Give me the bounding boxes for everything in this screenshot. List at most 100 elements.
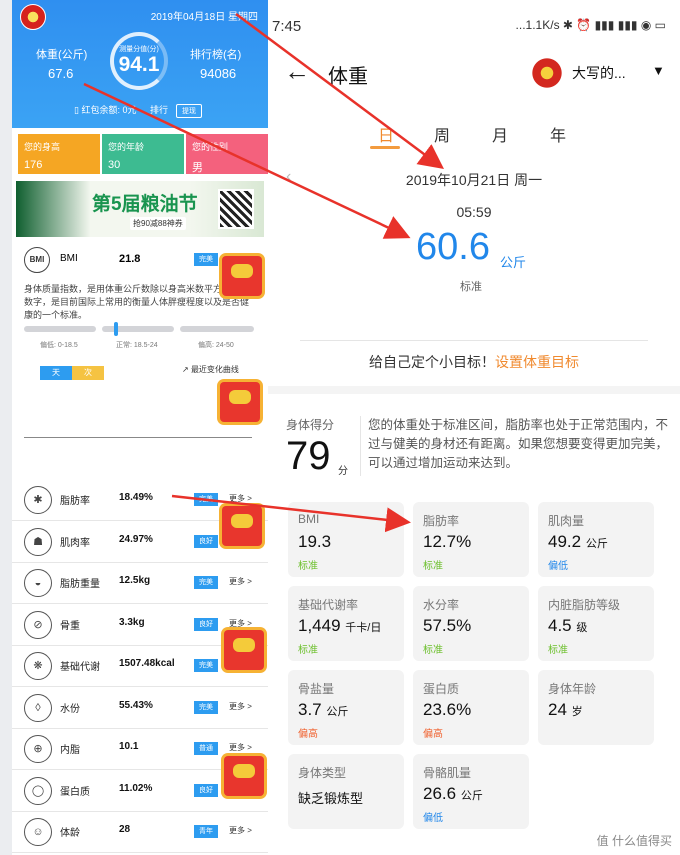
withdraw-button[interactable]: 提现 [176,104,202,118]
red-packet-icon[interactable] [224,756,264,796]
metric-card[interactable]: 身体年龄 24 岁 [538,670,654,745]
bmi-icon: BMI [24,247,50,273]
tab-day[interactable]: 天 [40,366,72,380]
avatar[interactable] [530,56,564,90]
tab-times[interactable]: 次 [72,366,104,380]
metric-card[interactable]: 基础代谢率 1,449 千卡/日 标准 [288,586,404,661]
more-link[interactable]: 更多 > [229,618,252,629]
avatar[interactable] [20,4,46,30]
metric-card[interactable]: 蛋白质 23.6% 偏高 [413,670,529,745]
card-label: 骨盐量 [298,682,335,696]
user-name[interactable]: 大写的... [572,63,626,83]
watermark: 值 什么值得买 [596,834,672,848]
card-value: 12.7% [423,532,472,551]
page-title: 体重 [328,66,368,88]
more-link[interactable]: 更多 > [229,742,252,753]
metric-value: 18.49% [119,492,153,503]
metric-icon: ◒ [24,569,52,597]
metric-card[interactable]: 骨骼肌量 26.6 公斤 偏低 [413,754,529,829]
red-packet-icon[interactable] [222,256,262,296]
back-arrow-icon[interactable]: ← [284,56,310,87]
tab-week[interactable]: 周 [434,122,450,146]
card-value: 3.7 公斤 [298,700,349,719]
metric-card[interactable]: 脂肪率 12.7% 标准 [413,502,529,577]
score-label: 身体得分 [286,418,335,432]
card-label: 蛋白质 [423,682,460,696]
metric-card[interactable]: 肌肉量 49.2 公斤 偏低 [538,502,654,577]
tile-value: 176 [24,159,43,171]
metric-badge: 良好 [194,783,218,797]
card-value: 26.6 公斤 [423,784,483,803]
bmi-badge: 完美 [194,253,218,266]
metric-icon: ◊ [24,693,52,722]
card-status: 标准 [298,645,318,656]
metric-card[interactable]: 水分率 57.5% 标准 [413,586,529,661]
rank-link[interactable]: 排行 [150,103,168,116]
score-value: 79 [286,434,331,478]
card-value: 19.3 [298,532,332,551]
bmi-name: BMI [60,253,78,264]
left-header: 2019年04月18日 星期四 体重(公斤) 67.6 测量分值(分) 94.1… [12,0,268,128]
card-label: 身体类型 [298,766,347,780]
divider [300,340,648,341]
card-value: 49.2 公斤 [548,532,608,551]
tab-day[interactable]: 日 [378,122,394,146]
card-value: 24 岁 [548,700,583,719]
more-link[interactable]: 更多 > [229,825,252,836]
metric-card[interactable]: BMI 19.3 标准 [288,502,404,577]
metric-card[interactable]: 内脏脂肪等级 4.5 级标准 [538,586,654,661]
goal-row: 给自己定个小目标！设置体重目标 [268,352,680,372]
more-link[interactable]: 更多 > [229,701,252,712]
metric-value: 12.5kg [119,575,151,586]
status-bar: 7:45 ...1.1K/s ✱ ⏰ ▮▮▮ ▮▮▮ ◉ ▭ [268,0,680,48]
card-status: 偏低 [423,813,443,824]
metric-icon: ◯ [24,776,52,805]
metric-icon: ⊕ [24,735,52,763]
metric-row[interactable]: ☺ 体龄 28 青年 更多 > [12,812,268,853]
more-link[interactable]: 更多 > [229,493,252,504]
tab-month[interactable]: 月 [492,122,508,146]
rank-value: 94086 [200,66,237,81]
trend-icon: ↗ [182,365,191,374]
card-value: 1,449 千卡/日 [298,616,382,635]
card-label: BMI [298,512,320,526]
set-goal-link[interactable]: 设置体重目标 [495,354,579,370]
chevron-down-icon[interactable]: ▼ [652,63,665,78]
metric-badge: 良好 [194,534,218,548]
tile-label: 您的性别 [192,142,229,152]
more-link[interactable]: 更多 > [229,576,252,587]
metric-value: 55.43% [119,699,153,711]
metric-icon: ☺ [24,818,52,846]
card-status: 标准 [548,645,568,656]
red-packet-icon[interactable] [224,630,264,670]
wallet-balance: ▯ 红包余额: 0元 [74,105,137,115]
metric-name: 骨重 [60,620,80,632]
metric-badge: 青年 [194,825,218,838]
card-label: 脂肪率 [423,514,460,528]
weight-label: 体重(公斤) [36,49,88,61]
metric-card[interactable]: 骨盐量 3.7 公斤 偏高 [288,670,404,745]
tile-age[interactable]: 您的年龄 30 [102,134,184,174]
metric-name: 肌肉率 [60,537,90,549]
metric-row[interactable]: ◊ 水份 55.43% 完美 更多 > [12,688,268,729]
metric-row[interactable]: ◒ 脂肪重量 12.5kg 完美 更多 > [12,563,268,604]
rank-label: 排行榜(名) [190,49,242,61]
red-packet-icon[interactable] [220,382,260,422]
record-time: 05:59 [456,204,492,220]
card-value: 缺乏锻炼型 [298,791,364,806]
metric-badge: 良好 [194,617,218,631]
tile-gender[interactable]: 您的性别 男 [186,134,268,174]
scale-high [180,326,254,332]
promo-banner[interactable]: 第5届粮油节 抢90减88神券 [16,181,264,237]
status-icons: ...1.1K/s ✱ ⏰ ▮▮▮ ▮▮▮ ◉ ▭ [515,18,666,32]
trend-link[interactable]: ↗ 最近变化曲线 [182,364,239,375]
tile-height[interactable]: 您的身高 176 [18,134,100,174]
card-value: 23.6% [423,700,472,719]
scale-normal [102,326,174,332]
red-packet-icon[interactable] [222,506,262,546]
tab-year[interactable]: 年 [550,122,566,146]
metric-name: 体龄 [60,828,80,839]
metric-card[interactable]: 身体类型 缺乏锻炼型 [288,754,404,829]
metric-value: 3.3kg [119,616,145,628]
tile-value: 30 [108,159,121,171]
